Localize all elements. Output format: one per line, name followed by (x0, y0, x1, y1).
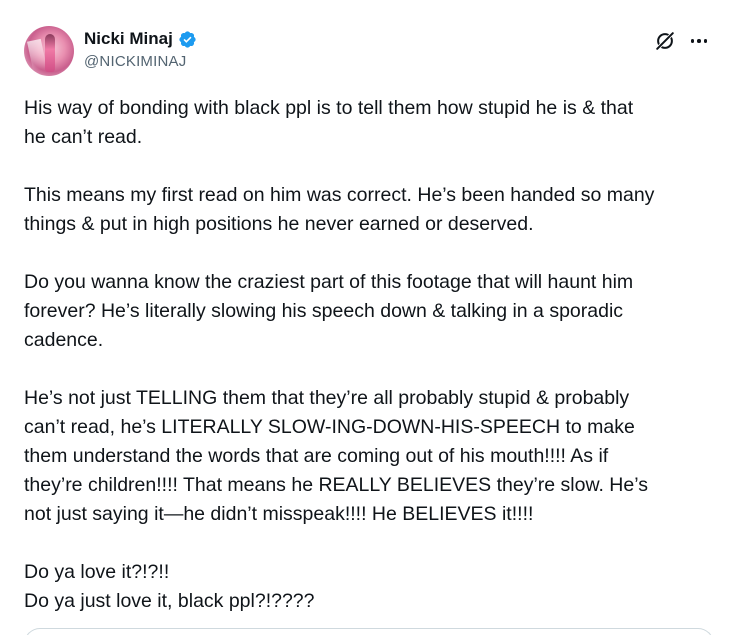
avatar[interactable] (24, 26, 74, 76)
tweet-paragraph: Do you wanna know the craziest part of t… (24, 271, 634, 351)
tweet-paragraph: This means my first read on him was corr… (24, 184, 655, 235)
tweet-paragraph: He’s not just TELLING them that they’re … (24, 387, 648, 525)
tweet-paragraph: His way of bonding with black ppl is to … (24, 97, 634, 148)
more-options-icon[interactable] (688, 30, 710, 52)
more-dot (697, 39, 701, 43)
grok-icon[interactable] (654, 30, 676, 52)
more-dot (703, 39, 708, 43)
verified-badge-icon (179, 30, 196, 48)
tweet: Nicki Minaj @NICKIMINAJ His way of bondi… (0, 0, 740, 635)
avatar-figure (45, 34, 55, 72)
avatar-highlight (27, 38, 47, 72)
tweet-paragraph: Do ya love it?!?!! Do ya just love it, b… (24, 561, 315, 612)
author-name-row[interactable]: Nicki Minaj (84, 29, 197, 49)
tweet-text: His way of bonding with black ppl is to … (24, 94, 714, 616)
author-name[interactable]: Nicki Minaj (84, 29, 173, 49)
author-handle[interactable]: @NICKIMINAJ (84, 53, 186, 70)
more-dot (690, 39, 695, 43)
attached-media-card[interactable] (24, 628, 714, 635)
